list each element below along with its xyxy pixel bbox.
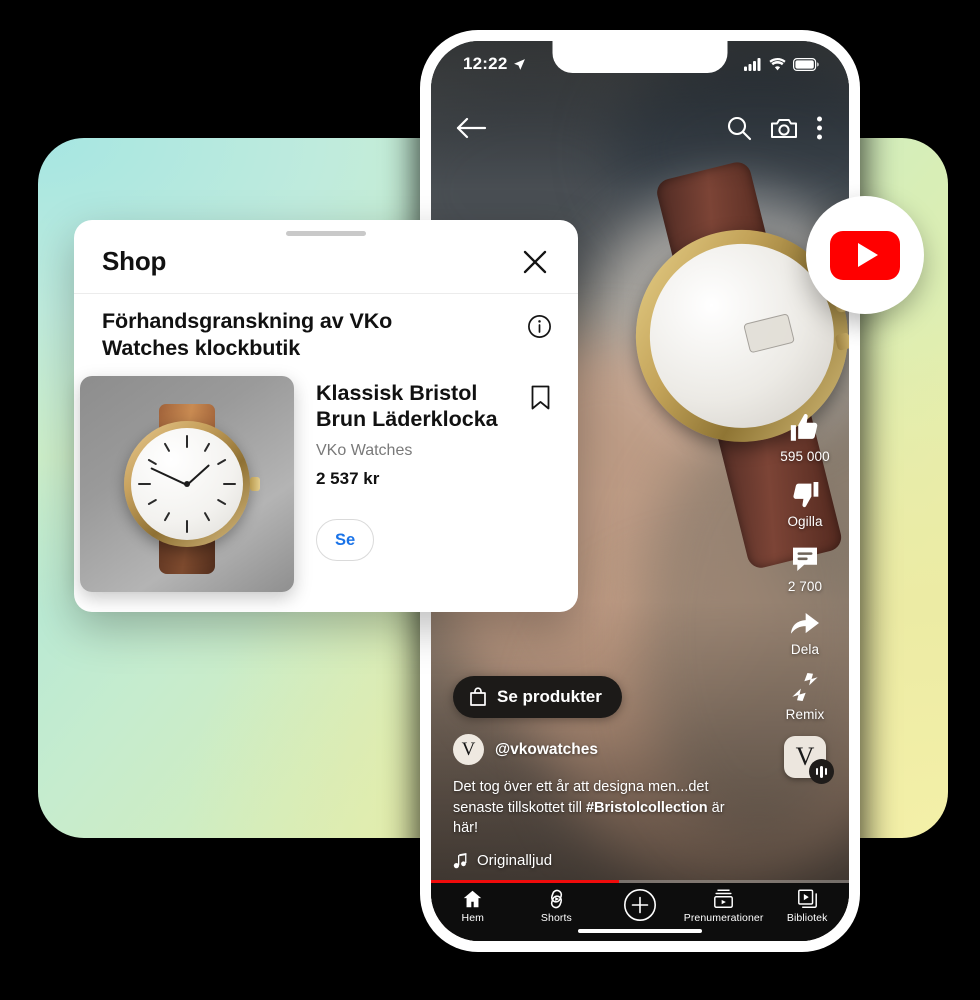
shopping-bag-icon [469, 687, 487, 707]
product-watch-crown [250, 476, 260, 491]
more-vertical-icon[interactable] [816, 115, 823, 141]
music-note-icon [453, 852, 468, 869]
rail-item-remix[interactable]: Remix [786, 671, 825, 722]
info-circle-icon[interactable] [527, 314, 552, 339]
sheet-drag-handle[interactable] [286, 231, 366, 236]
nav-item-create[interactable] [598, 888, 682, 924]
rail-item-like[interactable]: 595 000 [780, 411, 830, 464]
nav-label-library: Bibliotek [786, 912, 828, 924]
rail-label-remix: Remix [785, 707, 825, 722]
youtube-logo-icon [830, 230, 900, 280]
sound-attribution-label: Originalljud [477, 852, 553, 869]
remix-icon[interactable] [789, 671, 821, 703]
bookmark-icon[interactable] [529, 384, 552, 411]
location-arrow-icon [513, 58, 526, 71]
channel-handle[interactable]: @vkowatches [495, 741, 598, 759]
product-watch-dial [131, 427, 243, 540]
product-row: Klassisk Bristol Brun Läderklocka VKo Wa… [80, 375, 552, 592]
video-top-bar [431, 103, 849, 153]
screenshot-stage: 12:22 595 000 Ogilla 2 700 Dela Remix V … [0, 0, 980, 1000]
store-title: Förhandsgranskning av VKo Watches klockb… [102, 309, 393, 360]
watch-date-window [742, 313, 795, 354]
wifi-icon [769, 57, 786, 71]
product-watch-case [124, 420, 250, 547]
nav-item-subscriptions[interactable]: Prenumerationer [682, 888, 766, 924]
shop-sheet-body: Förhandsgranskning av VKo Watches klockb… [74, 294, 578, 592]
nav-label-home: Hem [461, 912, 485, 924]
youtube-logo-badge [806, 196, 924, 314]
sound-thumbnail[interactable]: V [784, 736, 834, 784]
home-indicator[interactable] [578, 929, 702, 933]
thumbs-down-icon[interactable] [789, 478, 821, 510]
product-price: 2 537 kr [316, 469, 380, 489]
rail-label-comment: 2 700 [787, 579, 823, 594]
audio-waveform-icon [809, 759, 834, 784]
camera-icon[interactable] [770, 116, 798, 140]
status-time: 12:22 [463, 54, 508, 73]
product-info: Klassisk Bristol Brun Läderklocka VKo Wa… [316, 376, 552, 592]
see-products-label: Se produkter [497, 687, 602, 707]
nav-item-shorts[interactable]: Shorts [515, 888, 599, 924]
search-icon[interactable] [726, 115, 752, 141]
nav-item-home[interactable]: Hem [431, 888, 515, 924]
thumbs-up-icon[interactable] [788, 411, 822, 445]
product-title-row: Klassisk Bristol Brun Läderklocka [316, 380, 552, 433]
home-icon [461, 888, 484, 910]
back-arrow-icon[interactable] [455, 115, 487, 141]
avatar-letter: V [461, 738, 476, 760]
nav-item-library[interactable]: Bibliotek [765, 888, 849, 924]
avatar: V [453, 734, 484, 766]
subscriptions-icon [712, 888, 735, 910]
youtube-play-triangle [857, 243, 878, 267]
rail-item-share[interactable]: Dela [789, 608, 821, 657]
rail-label-like: 595 000 [780, 449, 830, 464]
product-see-button[interactable]: Se [316, 519, 375, 562]
rail-label-share: Dela [790, 642, 820, 657]
phone-notch [552, 41, 728, 73]
product-name: Klassisk Bristol Brun Läderklocka [316, 380, 498, 432]
rail-item-comment[interactable]: 2 700 [788, 543, 822, 594]
store-header-row: Förhandsgranskning av VKo Watches klockb… [102, 308, 552, 362]
close-icon[interactable] [520, 247, 550, 277]
plus-circle-icon[interactable] [623, 888, 657, 922]
rail-item-dislike[interactable]: Ogilla [787, 478, 822, 529]
library-icon [796, 888, 819, 910]
shorts-icon [545, 888, 568, 910]
battery-icon [793, 57, 819, 71]
comment-icon[interactable] [789, 543, 821, 575]
product-brand: VKo Watches [316, 442, 413, 460]
product-image[interactable] [80, 375, 294, 592]
sound-attribution-row[interactable]: Originalljud [453, 852, 753, 869]
rail-label-dislike: Ogilla [787, 514, 823, 529]
video-top-bar-actions [726, 115, 823, 141]
share-arrow-icon[interactable] [789, 608, 821, 638]
cellular-signal-icon [744, 57, 762, 71]
channel-row[interactable]: V @vkowatches [453, 734, 753, 766]
status-bar-right [744, 57, 819, 71]
nav-label-subscriptions: Prenumerationer [683, 912, 764, 924]
video-caption[interactable]: Det tog över ett år att designa men...de… [453, 777, 753, 839]
page-title: Shop [102, 246, 167, 276]
status-bar-left: 12:22 [463, 54, 526, 74]
see-products-button[interactable]: Se produkter [453, 676, 622, 719]
video-action-rail: 595 000 Ogilla 2 700 Dela Remix V [767, 411, 843, 784]
shop-bottom-sheet: Shop Förhandsgranskning av VKo Watches k… [74, 220, 578, 612]
video-info-panel: Se produkter V @vkowatches Det tog över … [453, 676, 753, 869]
caption-hashtag[interactable]: #Bristolcollection [586, 800, 708, 816]
nav-label-shorts: Shorts [540, 912, 572, 924]
